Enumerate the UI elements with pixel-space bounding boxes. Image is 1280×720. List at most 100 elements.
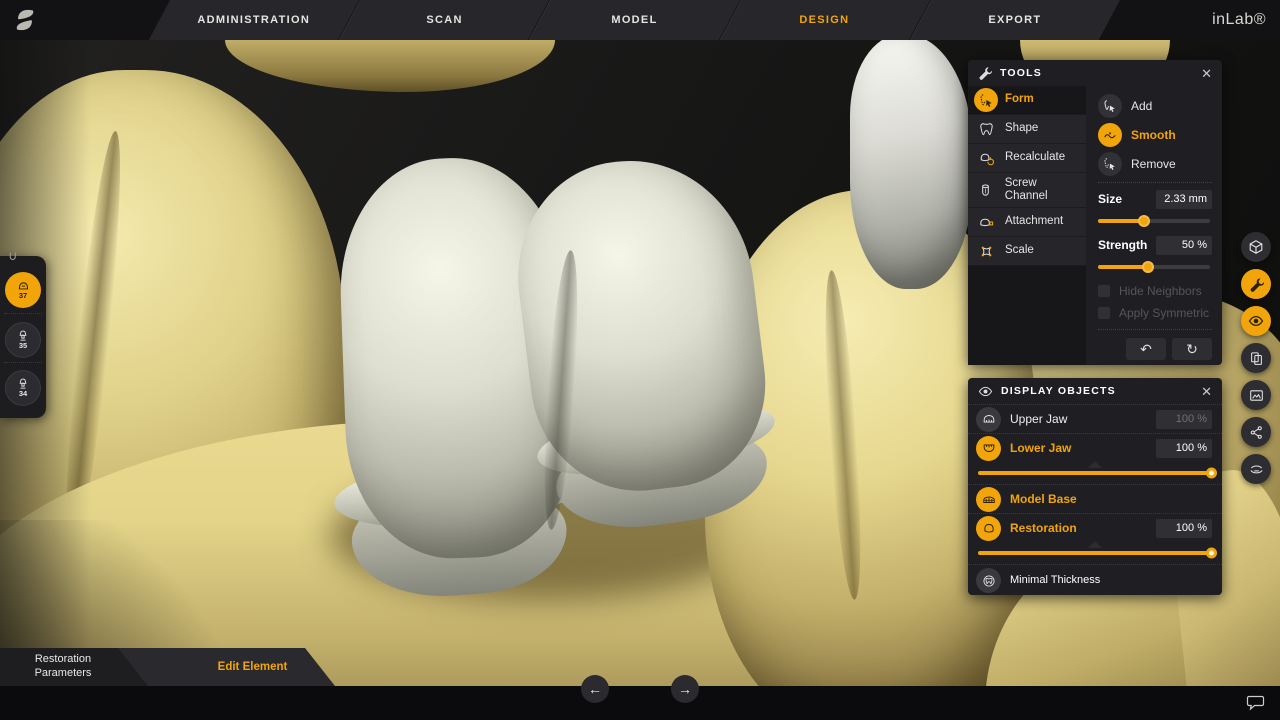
redo-icon: ↻ (1186, 341, 1198, 358)
screen-image-button[interactable] (1241, 380, 1271, 410)
tools-panel-button[interactable] (1241, 269, 1271, 299)
tooth-button-35[interactable]: 35 (5, 322, 41, 358)
screw-channel-icon (974, 178, 998, 202)
connector-button[interactable] (1241, 417, 1271, 447)
right-toolbar (1241, 232, 1273, 484)
lower-jaw-opacity-value[interactable]: 100 % (1156, 439, 1212, 458)
view-cube-button[interactable] (1241, 232, 1271, 262)
slider-thumb[interactable] (1206, 468, 1217, 479)
tab-export[interactable]: EXPORT (909, 0, 1120, 40)
tab-model[interactable]: MODEL (528, 0, 739, 40)
divider (1098, 329, 1212, 330)
remove-tooth-icon (1098, 152, 1122, 176)
strength-value[interactable]: 50 % (1156, 236, 1212, 255)
minimal-thickness-icon (976, 568, 1001, 593)
tooth-button-34[interactable]: 34 (5, 370, 41, 406)
tab-administration[interactable]: ADMINISTRATION (149, 0, 359, 40)
checkbox-icon[interactable] (1098, 307, 1110, 319)
size-value[interactable]: 2.33 mm (1156, 190, 1212, 209)
tooth-selector-panel: ∪ 37 35 34 (0, 256, 46, 418)
tab-design[interactable]: DESIGN (718, 0, 929, 40)
tool-recalculate[interactable]: Recalculate (968, 144, 1086, 173)
display-item-lower-jaw[interactable]: Lower Jaw 100 % (968, 433, 1222, 462)
size-slider-thumb[interactable] (1138, 215, 1150, 227)
mode-remove[interactable]: Remove (1098, 152, 1212, 176)
restoration-opacity-value[interactable]: 100 % (1156, 519, 1212, 538)
display-item-model-base[interactable]: Model Base (968, 484, 1222, 513)
tools-panel: TOOLS ✕ Form (968, 60, 1222, 365)
display-panel-header: DISPLAY OBJECTS ✕ (968, 378, 1222, 404)
attachment-icon (974, 210, 998, 234)
tool-attachment[interactable]: Attachment (968, 208, 1086, 237)
restoration-opacity-slider[interactable] (968, 542, 1222, 564)
option-apply-symmetric[interactable]: Apply Symmetric (1098, 303, 1212, 323)
display-item-restoration[interactable]: Restoration 100 % (968, 513, 1222, 542)
documents-button[interactable] (1241, 343, 1271, 373)
next-step-button[interactable]: → (671, 675, 699, 703)
display-item-upper-jaw[interactable]: Upper Jaw 100 % (968, 404, 1222, 433)
slider-notch (1088, 541, 1102, 548)
jaw-arch-icon: ∪ (8, 248, 18, 264)
size-control: Size 2.33 mm (1098, 189, 1212, 223)
close-icon[interactable]: ✕ (1201, 67, 1212, 80)
tooth-icon (974, 117, 998, 141)
form-tooth-cursor-icon (974, 88, 998, 112)
dentsply-sirona-logo-icon[interactable] (10, 6, 40, 34)
tool-shape[interactable]: Shape (968, 115, 1086, 144)
chat-bubble-icon[interactable] (1246, 694, 1266, 712)
display-objects-button[interactable] (1241, 306, 1271, 336)
arrow-left-icon: ← (588, 681, 602, 697)
checkbox-icon[interactable] (1098, 285, 1110, 297)
arrow-right-icon: → (678, 681, 692, 697)
strength-slider-thumb[interactable] (1142, 261, 1154, 273)
app-window: ADMINISTRATION SCAN MODEL DESIGN EXPORT … (0, 0, 1280, 720)
strength-slider[interactable] (1098, 265, 1210, 269)
display-objects-panel: DISPLAY OBJECTS ✕ Upper Jaw 100 % Lower … (968, 378, 1222, 595)
brand-logo-text: inLab® (1212, 0, 1266, 40)
model-base-icon (976, 487, 1001, 512)
undo-icon: ↶ (1140, 341, 1152, 358)
slider-thumb[interactable] (1206, 548, 1217, 559)
add-tooth-icon (1098, 94, 1122, 118)
size-label: Size (1098, 192, 1122, 206)
tab-scan[interactable]: SCAN (338, 0, 549, 40)
upper-jaw-opacity-value[interactable]: 100 % (1156, 410, 1212, 429)
strength-control: Strength 50 % (1098, 235, 1212, 269)
nav-tab-strip: ADMINISTRATION SCAN MODEL DESIGN EXPORT (149, 0, 1120, 40)
tools-panel-header: TOOLS ✕ (968, 60, 1222, 86)
tool-scale[interactable]: Scale (968, 237, 1086, 266)
lower-jaw-opacity-slider[interactable] (968, 462, 1222, 484)
tooth-number: 34 (19, 390, 27, 398)
articulator-button[interactable] (1241, 454, 1271, 484)
scene-tooth-tips (225, 40, 555, 92)
divider (4, 313, 42, 314)
close-icon[interactable]: ✕ (1201, 385, 1212, 398)
tools-wrench-icon (978, 66, 992, 80)
mode-add[interactable]: Add (1098, 94, 1212, 118)
tool-screw-channel[interactable]: Screw Channel (968, 173, 1086, 208)
tooth-number: 35 (19, 342, 27, 350)
upper-jaw-icon (976, 407, 1001, 432)
slider-notch (1088, 461, 1102, 468)
strength-label: Strength (1098, 238, 1147, 252)
tool-form[interactable]: Form (968, 86, 1086, 115)
mode-smooth[interactable]: Smooth (1098, 123, 1212, 147)
scale-icon (974, 239, 998, 263)
tooth-number: 37 (19, 292, 27, 300)
recalculate-icon (974, 146, 998, 170)
eye-icon (978, 384, 993, 399)
tab-edit-element[interactable]: Edit Element (110, 648, 335, 686)
option-hide-neighbors[interactable]: Hide Neighbors (1098, 281, 1212, 301)
tooth-button-37[interactable]: 37 (5, 272, 41, 308)
previous-step-button[interactable]: ← (581, 675, 609, 703)
redo-button[interactable]: ↻ (1172, 338, 1212, 360)
size-slider[interactable] (1098, 219, 1210, 223)
bottom-status-bar: ← → (0, 686, 1280, 720)
undo-button[interactable]: ↶ (1126, 338, 1166, 360)
top-navigation-bar: ADMINISTRATION SCAN MODEL DESIGN EXPORT … (0, 0, 1280, 40)
panel-title: DISPLAY OBJECTS (1001, 385, 1201, 397)
restoration-tooth-icon (976, 516, 1001, 541)
lower-jaw-icon (976, 436, 1001, 461)
display-item-minimal-thickness[interactable]: Minimal Thickness (968, 564, 1222, 596)
divider (1098, 182, 1212, 183)
